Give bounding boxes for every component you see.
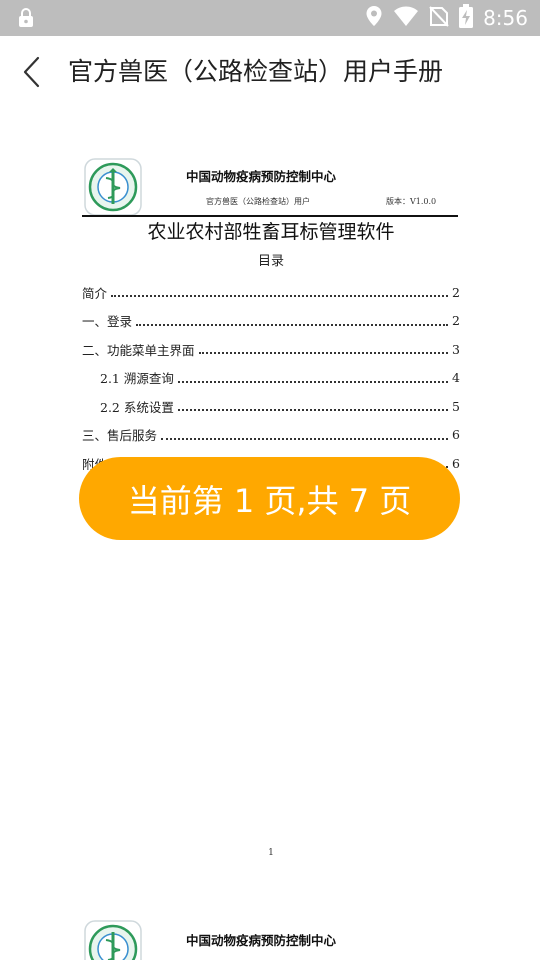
lock-icon	[16, 8, 36, 28]
toc-entry: 一、登录 2	[82, 313, 460, 330]
app-bar: 官方兽医（公路检查站）用户手册	[0, 36, 540, 108]
document-header-left: 官方兽医（公路检查站）用户	[206, 197, 310, 206]
toc-entry: 三、售后服务 6	[82, 427, 460, 444]
organization-logo-icon	[84, 920, 142, 960]
organization-name: 中国动物疫病预防控制中心	[186, 933, 337, 948]
document-title: 农业农村部牲畜耳标管理软件	[147, 221, 395, 243]
battery-charging-icon	[459, 4, 474, 32]
toc-entry: 2.2 系统设置 5	[100, 398, 460, 415]
no-sim-icon	[429, 5, 449, 31]
organization-logo-icon	[84, 158, 142, 216]
toc-entry: 二、功能菜单主界面 3	[82, 341, 460, 358]
location-icon	[365, 5, 383, 31]
toc-heading: 目录	[257, 254, 284, 269]
organization-name: 中国动物疫病预防控制中心	[186, 169, 337, 184]
status-time: 8:56	[483, 6, 528, 30]
page-number: 1	[268, 848, 274, 858]
document-page-2[interactable]: 中国动物疫病预防控制中心	[78, 900, 464, 960]
toc-entry: 简介 2	[82, 284, 460, 301]
document-version: 版本：V1.0.0	[386, 197, 437, 206]
chevron-left-icon	[23, 56, 40, 88]
page-indicator-toast: 当前第 1 页,共 7 页	[79, 457, 460, 540]
header-divider	[82, 215, 458, 217]
back-button[interactable]	[10, 48, 54, 96]
wifi-icon	[393, 5, 419, 31]
status-bar: 8:56	[0, 0, 540, 36]
table-of-contents: 简介 2 一、登录 2 二、功能菜单主界面 3 2.1 溯源查询 4 2.2 系统设置 5…	[82, 278, 460, 478]
page-title: 官方兽医（公路检查站）用户手册	[68, 57, 444, 86]
toc-entry: 2.1 溯源查询 4	[100, 370, 460, 387]
